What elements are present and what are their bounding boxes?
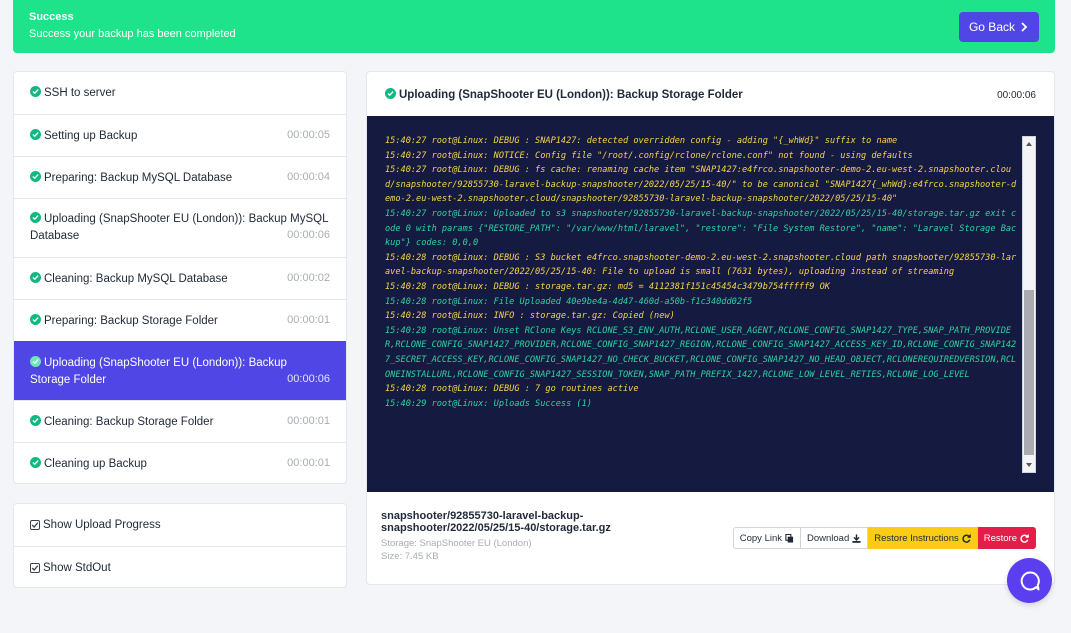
step-label: Uploading (SnapShooter EU (London)): Bac… (30, 213, 329, 242)
check-circle-icon (385, 88, 396, 99)
log-line: 15:40:28 root@Linux: File Uploaded 40e9b… (385, 296, 753, 307)
step-label: Preparing: Backup Storage Folder (44, 315, 218, 327)
log-line: 15:40:27 root@Linux: DEBUG : fs cache: r… (385, 165, 1017, 205)
check-circle-icon (30, 272, 41, 283)
step-duration: 00:00:04 (287, 171, 330, 183)
log-line: 15:40:28 root@Linux: DEBUG : 7 go routin… (385, 384, 639, 395)
log-console: 15:40:27 root@Linux: DEBUG : SNAP1427: d… (367, 116, 1054, 492)
step-item[interactable]: SSH to server (14, 72, 346, 114)
step-duration: 00:00:06 (287, 373, 330, 385)
checked-box-icon (30, 562, 40, 573)
log-output: 15:40:27 root@Linux: DEBUG : SNAP1427: d… (385, 134, 1019, 411)
step-label: SSH to server (44, 87, 116, 99)
log-line: 15:40:28 root@Linux: Unset RClone Keys R… (385, 325, 1017, 380)
check-circle-icon (30, 314, 41, 325)
step-duration: 00:00:05 (287, 129, 330, 141)
copy-link-button[interactable]: Copy Link (732, 527, 801, 549)
restore-label: Restore (983, 532, 1017, 544)
go-back-button[interactable]: Go Back (958, 12, 1039, 42)
check-circle-icon (30, 86, 41, 97)
steps-list: SSH to server Setting up Backup 00:00:05… (13, 71, 347, 484)
download-button[interactable]: Download (801, 527, 869, 549)
step-item[interactable]: Preparing: Backup Storage Folder 00:00:0… (14, 299, 346, 341)
copy-icon (785, 533, 794, 543)
file-storage: Storage: SnapShooter EU (London) (381, 538, 532, 549)
detail-duration: 00:00:06 (997, 90, 1036, 101)
success-banner: Success Success your backup has been com… (13, 0, 1055, 53)
step-item[interactable]: Cleaning: Backup MySQL Database 00:00:02 (14, 257, 346, 299)
step-duration: 00:00:02 (287, 272, 330, 284)
step-label: Cleaning: Backup MySQL Database (44, 273, 228, 285)
log-line: 15:40:28 root@Linux: INFO : storage.tar.… (385, 311, 675, 322)
step-detail-panel: Uploading (SnapShooter EU (London)): Bac… (366, 71, 1055, 585)
scrollbar-thumb[interactable] (1024, 290, 1034, 455)
log-line: 15:40:27 root@Linux: Uploaded to s3 snap… (385, 208, 1017, 249)
restore-button[interactable]: Restore (977, 527, 1036, 549)
log-line: 15:40:27 root@Linux: DEBUG : SNAP1427: d… (385, 136, 898, 146)
step-duration: 00:00:01 (287, 415, 330, 427)
restore-instructions-button[interactable]: Restore Instructions (868, 527, 978, 549)
step-item[interactable]: Preparing: Backup MySQL Database 00:00:0… (14, 156, 346, 198)
file-info: snapshooter/92855730-laravel-backup-snap… (381, 510, 661, 563)
step-label: Preparing: Backup MySQL Database (44, 172, 233, 184)
step-duration: 00:00:01 (287, 314, 330, 326)
step-item-active[interactable]: Uploading (SnapShooter EU (London)): Bac… (14, 341, 346, 400)
chat-bubble-icon (1020, 570, 1040, 590)
restore-instructions-label: Restore Instructions (874, 532, 959, 544)
chevron-right-icon (1021, 22, 1028, 32)
file-actions: Copy Link Download Restore Instructions … (732, 527, 1036, 549)
check-circle-icon (30, 171, 41, 182)
check-circle-icon (30, 457, 41, 468)
show-stdout-toggle[interactable]: Show StdOut (14, 546, 346, 587)
check-circle-icon (30, 415, 41, 426)
download-icon (852, 533, 861, 543)
step-item[interactable]: Cleaning: Backup Storage Folder 00:00:01 (14, 400, 346, 442)
step-item[interactable]: Cleaning up Backup 00:00:01 (14, 442, 346, 483)
refresh-icon (1020, 533, 1029, 543)
file-size: Size: 7.45 KB (381, 551, 439, 562)
detail-header: Uploading (SnapShooter EU (London)): Bac… (367, 72, 1054, 116)
chat-launcher-button[interactable] (1007, 558, 1052, 603)
step-label: Cleaning: Backup Storage Folder (44, 416, 214, 428)
step-label: Setting up Backup (44, 130, 138, 142)
download-label: Download (807, 532, 850, 544)
step-item[interactable]: Setting up Backup 00:00:05 (14, 114, 346, 156)
show-stdout-label: Show StdOut (43, 561, 111, 574)
log-line: 15:40:27 root@Linux: NOTICE: Config file… (385, 150, 913, 161)
check-circle-icon (30, 356, 41, 367)
show-upload-progress-toggle[interactable]: Show Upload Progress (14, 504, 346, 546)
options-panel: Show Upload Progress Show StdOut (13, 503, 347, 588)
step-duration: 00:00:01 (287, 457, 330, 469)
log-line: 15:40:28 root@Linux: DEBUG : S3 bucket e… (385, 252, 1017, 278)
copy-link-label: Copy Link (739, 532, 782, 544)
detail-title-text: Uploading (SnapShooter EU (London)): Bac… (399, 89, 743, 101)
check-circle-icon (30, 212, 41, 223)
step-label: Uploading (SnapShooter EU (London)): Bac… (30, 357, 287, 386)
scroll-down-arrow[interactable] (1026, 463, 1032, 467)
banner-title: Success (29, 11, 74, 23)
scroll-up-arrow[interactable] (1026, 142, 1032, 146)
go-back-label: Go Back (968, 20, 1015, 34)
detail-title: Uploading (SnapShooter EU (London)): Bac… (385, 88, 743, 101)
check-circle-icon (30, 129, 41, 140)
log-line: 15:40:29 root@Linux: Uploads Success (1) (385, 398, 592, 409)
step-duration: 00:00:06 (287, 229, 330, 241)
file-path: snapshooter/92855730-laravel-backup-snap… (381, 510, 611, 534)
log-line: 15:40:28 root@Linux: DEBUG : storage.tar… (385, 281, 830, 292)
step-item[interactable]: Uploading (SnapShooter EU (London)): Bac… (14, 198, 346, 257)
show-upload-progress-label: Show Upload Progress (43, 519, 161, 531)
banner-message: Success your backup has been completed (29, 28, 236, 40)
refresh-icon (962, 533, 971, 543)
log-scrollbar[interactable] (1022, 136, 1036, 473)
checked-box-icon (30, 520, 40, 530)
step-label: Cleaning up Backup (44, 458, 147, 470)
